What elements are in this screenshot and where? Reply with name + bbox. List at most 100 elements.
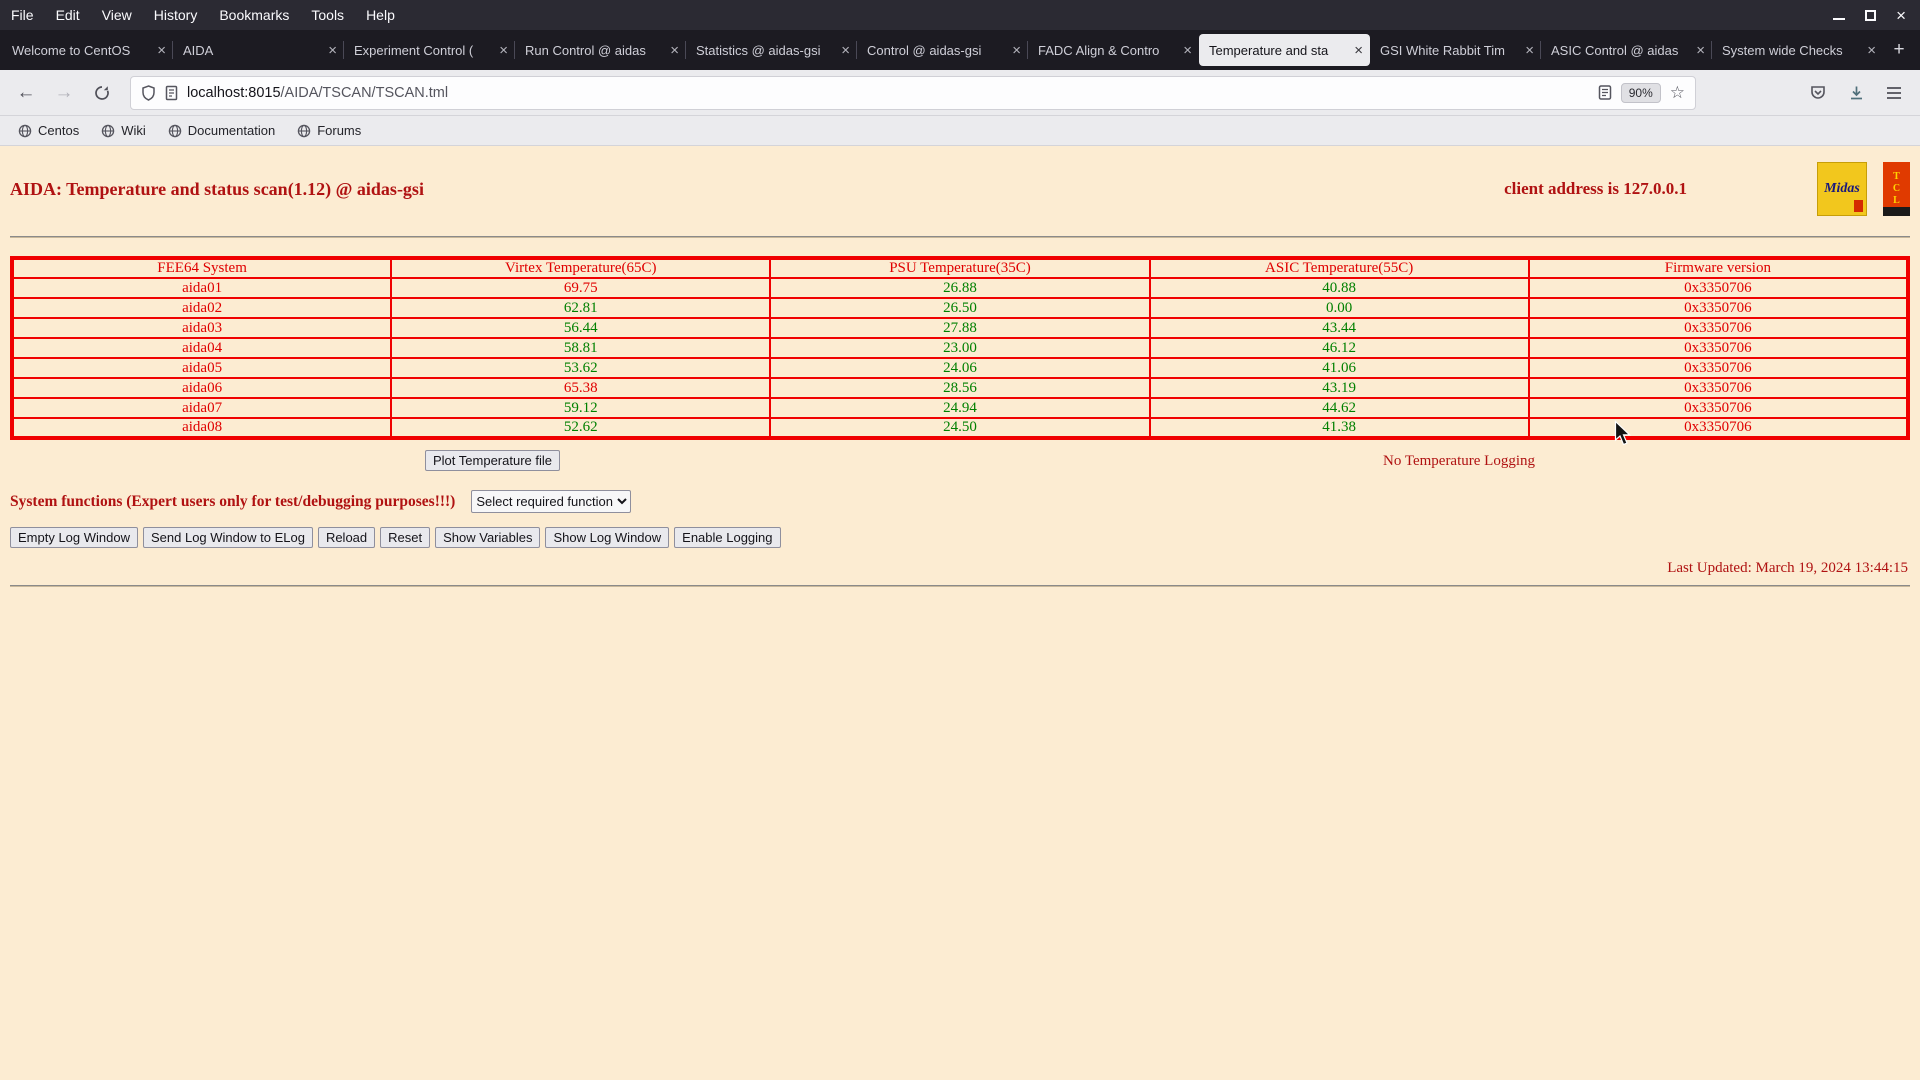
tab-welcome-to-centos[interactable]: Welcome to CentOS × bbox=[2, 34, 173, 66]
reload-button[interactable] bbox=[86, 78, 118, 108]
reader-mode-icon[interactable] bbox=[1598, 85, 1612, 100]
close-window-icon[interactable]: × bbox=[1896, 7, 1906, 24]
temperature-table: FEE64 System Virtex Temperature(65C) PSU… bbox=[10, 256, 1910, 440]
client-address: client address is 127.0.0.1 bbox=[1504, 179, 1687, 198]
tab-close-icon[interactable]: × bbox=[1867, 43, 1876, 58]
cell-system: aida02 bbox=[10, 297, 393, 319]
logos: Midas TCL bbox=[1817, 162, 1910, 216]
cell-firmware: 0x3350706 bbox=[1527, 297, 1910, 319]
cell-psu: 24.06 bbox=[769, 357, 1151, 379]
url-bar[interactable]: localhost:8015/AIDA/TSCAN/TSCAN.tml 90% … bbox=[130, 75, 1696, 110]
hamburger-menu-icon bbox=[1887, 86, 1901, 99]
show-variables-button[interactable]: Show Variables bbox=[435, 527, 541, 548]
tab-run-control[interactable]: Run Control @ aidas × bbox=[514, 34, 686, 66]
url-text: localhost:8015/AIDA/TSCAN/TSCAN.tml bbox=[187, 85, 1589, 101]
cell-system: aida01 bbox=[10, 277, 393, 299]
page-content: AIDA: Temperature and status scan(1.12) … bbox=[0, 146, 1920, 587]
bookmark-forums[interactable]: Forums bbox=[289, 120, 369, 141]
table-row: aida07 59.12 24.94 44.62 0x3350706 bbox=[10, 397, 1910, 419]
back-button[interactable]: ← bbox=[10, 78, 42, 108]
tab-asic-control[interactable]: ASIC Control @ aidas × bbox=[1540, 34, 1712, 66]
cell-psu: 24.50 bbox=[769, 417, 1151, 439]
menu-help[interactable]: Help bbox=[355, 0, 406, 30]
menu-edit[interactable]: Edit bbox=[45, 0, 91, 30]
system-functions-row: System functions (Expert users only for … bbox=[10, 490, 1910, 513]
pocket-button[interactable] bbox=[1802, 78, 1834, 108]
bookmark-documentation[interactable]: Documentation bbox=[160, 120, 283, 141]
cell-system: aida06 bbox=[10, 377, 393, 399]
tab-system-checks[interactable]: System wide Checks × bbox=[1711, 34, 1883, 66]
tab-bar: Welcome to CentOS × AIDA × Experiment Cont… bbox=[0, 30, 1920, 70]
cell-system: aida05 bbox=[10, 357, 393, 379]
enable-logging-button[interactable]: Enable Logging bbox=[674, 527, 781, 548]
menu-view[interactable]: View bbox=[91, 0, 143, 30]
header-fee64-system: FEE64 System bbox=[10, 257, 393, 279]
forward-button[interactable]: → bbox=[48, 78, 80, 108]
bookmark-star-icon[interactable]: ☆ bbox=[1670, 83, 1685, 103]
tab-experiment-control[interactable]: Experiment Control (× bbox=[343, 34, 515, 66]
menu-file[interactable]: File bbox=[0, 0, 45, 30]
menu-history[interactable]: History bbox=[143, 0, 209, 30]
tab-close-icon[interactable]: × bbox=[499, 43, 508, 58]
site-info-icon[interactable] bbox=[165, 85, 178, 101]
cell-asic: 40.88 bbox=[1148, 277, 1530, 299]
globe-icon bbox=[297, 124, 311, 137]
cell-system: aida07 bbox=[10, 397, 393, 419]
show-log-window-button[interactable]: Show Log Window bbox=[545, 527, 670, 548]
tab-close-icon[interactable]: × bbox=[1012, 43, 1021, 58]
table-row: aida08 52.62 24.50 41.38 0x3350706 bbox=[10, 417, 1910, 439]
empty-log-window-button[interactable]: Empty Log Window bbox=[10, 527, 138, 548]
tab-close-icon[interactable]: × bbox=[157, 43, 166, 58]
menu-bar: File Edit View History Bookmarks Tools H… bbox=[0, 0, 1920, 30]
bookmark-wiki[interactable]: Wiki bbox=[93, 120, 154, 141]
tab-close-icon[interactable]: × bbox=[1525, 43, 1534, 58]
globe-icon bbox=[168, 124, 181, 137]
tab-aida[interactable]: AIDA × bbox=[172, 34, 344, 66]
tab-close-icon[interactable]: × bbox=[328, 43, 337, 58]
cell-firmware: 0x3350706 bbox=[1527, 277, 1910, 299]
page-title: AIDA: Temperature and status scan(1.12) … bbox=[10, 179, 424, 199]
page-header: AIDA: Temperature and status scan(1.12) … bbox=[10, 162, 1910, 216]
cell-firmware: 0x3350706 bbox=[1527, 417, 1910, 439]
tab-control[interactable]: Control @ aidas-gsi × bbox=[856, 34, 1028, 66]
header-psu-temp: PSU Temperature(35C) bbox=[769, 257, 1151, 279]
table-header-row: FEE64 System Virtex Temperature(65C) PSU… bbox=[10, 257, 1910, 279]
cell-firmware: 0x3350706 bbox=[1527, 317, 1910, 339]
downloads-button[interactable] bbox=[1840, 78, 1872, 108]
cell-psu: 23.00 bbox=[769, 337, 1151, 359]
tab-fadc-align[interactable]: FADC Align & Contro × bbox=[1027, 34, 1199, 66]
tab-statistics[interactable]: Statistics @ aidas-gsi × bbox=[685, 34, 857, 66]
plot-temperature-button[interactable]: Plot Temperature file bbox=[425, 450, 560, 471]
midas-logo[interactable]: Midas bbox=[1817, 162, 1867, 216]
tab-close-icon[interactable]: × bbox=[1354, 43, 1363, 58]
tab-white-rabbit[interactable]: GSI White Rabbit Tim × bbox=[1370, 34, 1541, 66]
tab-close-icon[interactable]: × bbox=[1183, 43, 1192, 58]
cell-psu: 24.94 bbox=[769, 397, 1151, 419]
bookmark-centos[interactable]: Centos bbox=[10, 120, 87, 141]
reset-button[interactable]: Reset bbox=[380, 527, 431, 548]
tracking-shield-icon[interactable] bbox=[141, 84, 156, 101]
tab-close-icon[interactable]: × bbox=[670, 43, 679, 58]
header-firmware: Firmware version bbox=[1527, 257, 1910, 279]
tcl-logo[interactable]: TCL bbox=[1883, 162, 1910, 216]
reload-page-button[interactable]: Reload bbox=[317, 527, 376, 548]
menu-bookmarks[interactable]: Bookmarks bbox=[208, 0, 300, 30]
cell-psu: 26.50 bbox=[769, 297, 1151, 319]
maximize-icon[interactable] bbox=[1865, 9, 1877, 21]
cell-asic: 41.06 bbox=[1148, 357, 1530, 379]
cell-system: aida08 bbox=[10, 417, 393, 439]
minimize-icon[interactable] bbox=[1833, 18, 1846, 20]
zoom-level-button[interactable]: 90% bbox=[1620, 82, 1661, 103]
new-tab-button[interactable]: + bbox=[1883, 35, 1915, 65]
table-row: aida01 69.75 26.88 40.88 0x3350706 bbox=[10, 277, 1910, 299]
globe-icon bbox=[101, 124, 115, 137]
send-log-to-elog-button[interactable]: Send Log Window to ELog bbox=[143, 527, 313, 548]
reload-icon bbox=[95, 85, 109, 100]
app-menu-button[interactable] bbox=[1878, 78, 1910, 108]
tab-close-icon[interactable]: × bbox=[1696, 43, 1705, 58]
cell-firmware: 0x3350706 bbox=[1527, 357, 1910, 379]
system-function-select[interactable]: Select required function bbox=[471, 490, 632, 513]
menu-tools[interactable]: Tools bbox=[300, 0, 355, 30]
tab-close-icon[interactable]: × bbox=[841, 43, 850, 58]
tab-temperature-scan[interactable]: Temperature and sta × bbox=[1199, 34, 1370, 66]
